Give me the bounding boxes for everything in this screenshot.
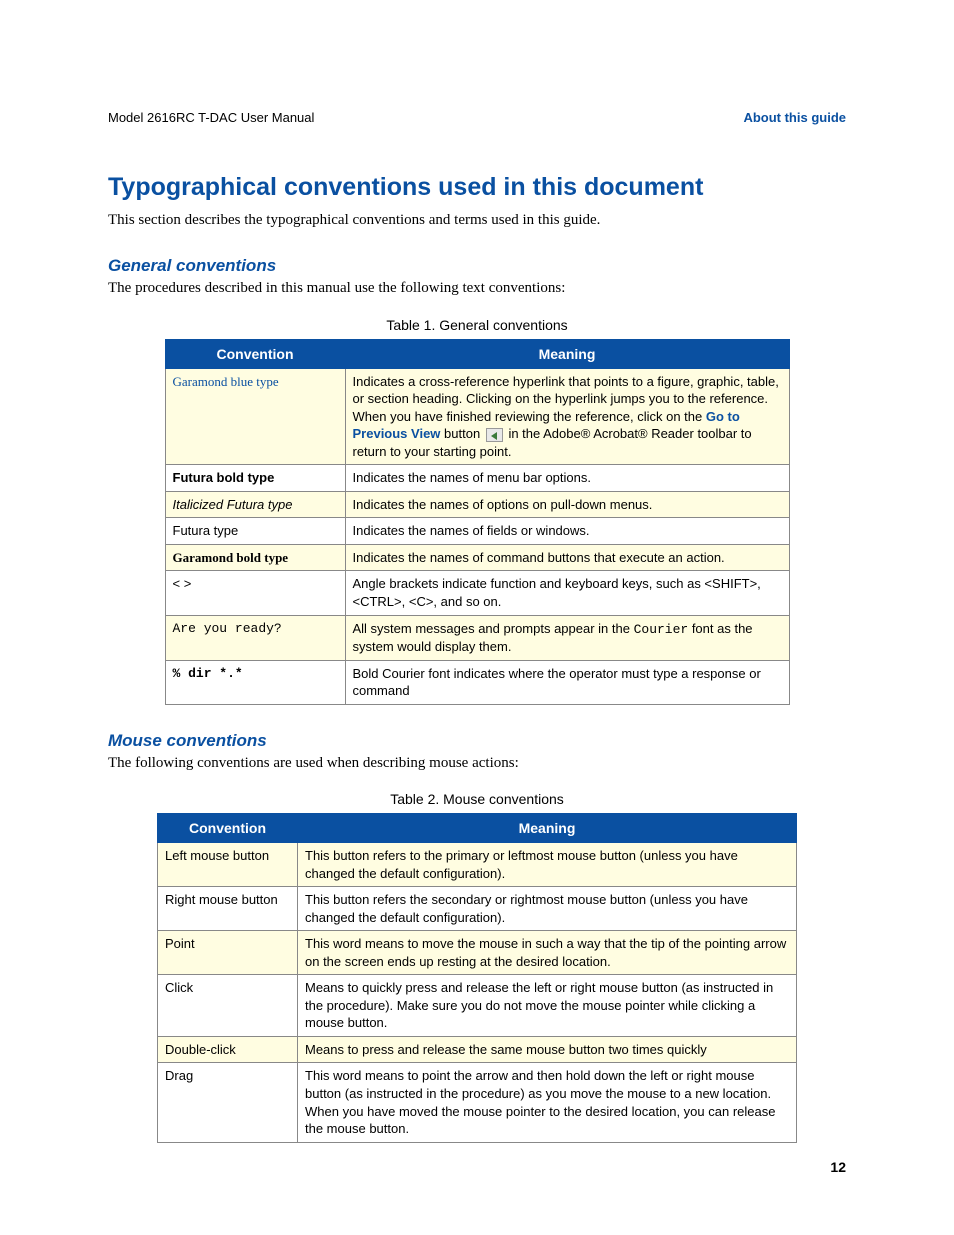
- table-cell: Indicates the names of command buttons t…: [345, 544, 789, 571]
- table-cell: Bold Courier font indicates where the op…: [345, 660, 789, 704]
- mouse-conventions-table: Convention Meaning Left mouse button Thi…: [157, 813, 797, 1143]
- table1-header-convention: Convention: [165, 339, 345, 368]
- intro-paragraph: This section describes the typographical…: [108, 210, 846, 230]
- section-mouse-heading: Mouse conventions: [108, 731, 846, 751]
- page-number: 12: [830, 1159, 846, 1175]
- section-mouse-para: The following conventions are used when …: [108, 753, 846, 773]
- back-arrow-icon: [486, 428, 503, 442]
- table-cell: Point: [158, 931, 298, 975]
- general-conventions-table: Convention Meaning Garamond blue type In…: [165, 339, 790, 705]
- section-general-heading: General conventions: [108, 256, 846, 276]
- table-cell: Italicized Futura type: [165, 491, 345, 518]
- table-cell: < >: [165, 571, 345, 615]
- table-cell: All system messages and prompts appear i…: [345, 615, 789, 660]
- table-cell: Garamond bold type: [165, 544, 345, 571]
- table-cell: Indicates a cross-reference hyperlink th…: [345, 368, 789, 465]
- table-cell: Garamond blue type: [165, 368, 345, 465]
- text: All system messages and prompts appear i…: [353, 621, 634, 636]
- table-cell: Indicates the names of menu bar options.: [345, 465, 789, 492]
- table-cell: Futura type: [165, 518, 345, 545]
- table1-caption: Table 1. General conventions: [108, 317, 846, 333]
- table-cell: This word means to move the mouse in suc…: [298, 931, 797, 975]
- section-general-para: The procedures described in this manual …: [108, 278, 846, 298]
- table-cell: Means to press and release the same mous…: [298, 1036, 797, 1063]
- table-cell: Angle brackets indicate function and key…: [345, 571, 789, 615]
- text: button: [444, 426, 484, 441]
- table-cell: This button refers to the primary or lef…: [298, 842, 797, 886]
- table2-header-meaning: Meaning: [298, 813, 797, 842]
- header-left: Model 2616RC T-DAC User Manual: [108, 110, 314, 125]
- running-header: Model 2616RC T-DAC User Manual About thi…: [108, 110, 846, 125]
- table-cell: Are you ready?: [165, 615, 345, 660]
- table-cell: % dir *.*: [165, 660, 345, 704]
- text: Courier: [634, 622, 689, 637]
- table-cell: Means to quickly press and release the l…: [298, 975, 797, 1037]
- table-cell: Indicates the names of options on pull-d…: [345, 491, 789, 518]
- table-cell: This button refers the secondary or righ…: [298, 887, 797, 931]
- table-cell: Double-click: [158, 1036, 298, 1063]
- table1-header-meaning: Meaning: [345, 339, 789, 368]
- table-cell: Left mouse button: [158, 842, 298, 886]
- table-cell: Drag: [158, 1063, 298, 1142]
- page-title: Typographical conventions used in this d…: [108, 173, 846, 202]
- table-cell: Futura bold type: [165, 465, 345, 492]
- table2-header-convention: Convention: [158, 813, 298, 842]
- table-cell: Indicates the names of fields or windows…: [345, 518, 789, 545]
- table2-caption: Table 2. Mouse conventions: [108, 791, 846, 807]
- table-cell: Right mouse button: [158, 887, 298, 931]
- table-cell: Click: [158, 975, 298, 1037]
- table-cell: This word means to point the arrow and t…: [298, 1063, 797, 1142]
- header-right: About this guide: [743, 110, 846, 125]
